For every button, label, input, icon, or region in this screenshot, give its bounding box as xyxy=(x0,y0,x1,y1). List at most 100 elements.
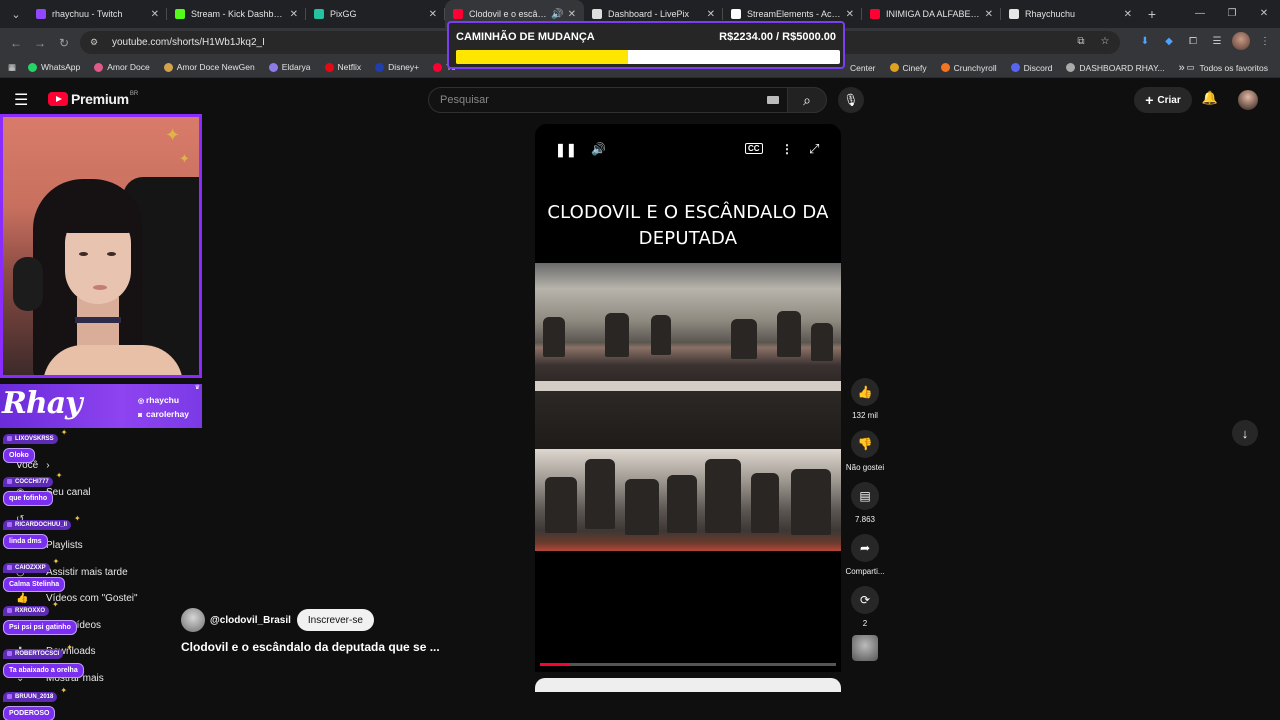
donation-goal-overlay: CAMINHÃO DE MUDANÇA R$2234.00 / R$5000.0… xyxy=(447,21,845,69)
amor-doce-newgen-icon xyxy=(163,62,173,72)
media-control-icon[interactable]: ☰ xyxy=(1208,32,1226,50)
site-info-icon[interactable]: ⚙ xyxy=(90,37,102,48)
extensions-puzzle-icon[interactable]: ⧠ xyxy=(1184,32,1202,50)
comments-button[interactable]: ▤ 7.863 xyxy=(840,482,890,524)
next-video-arrow-down-icon[interactable]: ↓ xyxy=(1232,420,1258,446)
disney-icon xyxy=(375,62,385,72)
tab-kick[interactable]: Stream - Kick Dashboard ✕ xyxy=(167,0,306,28)
bookmark-cinefy[interactable]: Cinefy xyxy=(889,63,927,73)
channel-avatar[interactable] xyxy=(181,608,205,632)
menu-hamburger-icon[interactable]: ☰ xyxy=(14,90,34,110)
extension-icon[interactable]: ◆ xyxy=(1160,32,1178,50)
subscribe-button[interactable]: Inscrever-se xyxy=(296,609,374,631)
tab-youtube-2[interactable]: INIMIGA DA ALFABETIZAÇ ✕ xyxy=(862,0,1001,28)
bookmark-crunchyroll[interactable]: Crunchyroll xyxy=(940,63,997,73)
close-icon[interactable]: ✕ xyxy=(985,9,993,20)
keyboard-icon[interactable] xyxy=(767,96,779,104)
bookmark-dashboard[interactable]: DASHBOARD RHAY... xyxy=(1066,63,1165,73)
tab-pixgg[interactable]: PixGG ✕ xyxy=(306,0,445,28)
more-bookmarks-chevron-icon[interactable]: » xyxy=(1179,62,1185,74)
more-menu-icon[interactable]: ⋮ xyxy=(1256,32,1274,50)
search-input[interactable]: Pesquisar xyxy=(428,87,788,113)
close-icon[interactable]: ✕ xyxy=(151,9,159,20)
speaker-icon[interactable]: 🔊 xyxy=(551,9,563,20)
video-progress-bar[interactable] xyxy=(540,663,836,666)
tiktok-icon: ◙ xyxy=(138,412,143,419)
close-icon[interactable]: ✕ xyxy=(568,9,576,20)
account-avatar[interactable] xyxy=(1238,90,1258,110)
close-icon[interactable]: ✕ xyxy=(1124,9,1132,20)
shorts-video-player[interactable]: ❚❚ 🔊 CC ⋮ ⤢ CLODOVIL E O ESCÂNDALO DA DE… xyxy=(535,124,841,672)
window-close-icon[interactable]: ✕ xyxy=(1248,0,1280,28)
download-icon[interactable]: ⬇ xyxy=(1136,32,1154,50)
remix-icon: ⟳ xyxy=(851,586,879,614)
bookmark-eldarya[interactable]: Eldarya xyxy=(268,62,311,72)
cast-icon[interactable]: ⧉ xyxy=(1072,32,1090,50)
notifications-bell-icon[interactable]: 🔔 xyxy=(1200,90,1220,110)
instagram-icon: ◎ xyxy=(138,398,145,405)
back-arrow-icon[interactable]: ← xyxy=(4,36,28,50)
search-button[interactable]: ⌕ xyxy=(787,87,827,113)
bookmark-amor-doce[interactable]: Amor Doce xyxy=(94,62,150,72)
chat-message: CAIOZXXP ✦ Calma Stelinha xyxy=(3,557,66,592)
close-icon[interactable]: ✕ xyxy=(429,9,437,20)
crunchyroll-icon xyxy=(940,63,950,72)
plus-icon: + xyxy=(1145,92,1154,108)
bookmark-discord[interactable]: Discord xyxy=(1010,63,1052,73)
profile-avatar[interactable] xyxy=(1232,32,1250,50)
all-bookmarks[interactable]: ▭ Todos os favoritos xyxy=(1186,57,1268,78)
tab-title: rhaychuu - Twitch xyxy=(52,9,123,19)
voice-search-mic-icon[interactable]: 🎙 xyxy=(838,87,864,113)
like-button[interactable]: 👍 132 mil xyxy=(840,378,890,420)
goal-progress-bar xyxy=(456,50,840,64)
captions-cc-icon[interactable]: CC xyxy=(745,143,763,154)
search-icon: ⌕ xyxy=(803,91,811,108)
tab-search-icon[interactable]: ⌄ xyxy=(4,4,28,24)
sound-thumbnail[interactable] xyxy=(840,635,890,661)
webcam-overlay: ✦ ✦ xyxy=(0,114,202,378)
tab-twitch[interactable]: rhaychuu - Twitch ✕ xyxy=(28,0,167,28)
url-text: youtube.com/shorts/H1Wb1Jkq2_I xyxy=(112,37,265,48)
forward-arrow-icon[interactable]: → xyxy=(28,36,52,50)
remix-count: 2 xyxy=(862,619,868,628)
youtube-premium-logo[interactable]: Premium BR xyxy=(48,91,138,107)
channel-name[interactable]: @clodovil_Brasil xyxy=(210,615,291,626)
tab-rhaychuchu[interactable]: Rhaychuchu ✕ xyxy=(1001,0,1140,28)
pixgg-favicon-icon xyxy=(314,9,324,19)
cinefy-icon xyxy=(889,63,899,72)
discord-icon xyxy=(1010,63,1020,72)
create-button[interactable]: + Criar xyxy=(1134,87,1192,113)
more-options-icon[interactable]: ⋮ xyxy=(781,142,793,156)
reload-icon[interactable]: ↻ xyxy=(52,36,76,50)
tab-title: PixGG xyxy=(330,9,357,19)
video-title[interactable]: Clodovil e o escândalo da deputada que s… xyxy=(181,640,440,654)
close-icon[interactable]: ✕ xyxy=(707,9,715,20)
minimize-icon[interactable]: — xyxy=(1184,0,1216,28)
bookmark-star-icon[interactable]: ☆ xyxy=(1096,32,1114,50)
netflix-icon xyxy=(324,62,334,72)
pause-icon[interactable]: ❚❚ xyxy=(555,142,577,158)
close-icon[interactable]: ✕ xyxy=(846,9,854,20)
share-button[interactable]: ➦ Comparti... xyxy=(840,534,890,576)
chat-message: BRUUN_2018 ✦ PODEROSO xyxy=(3,686,67,720)
bookmark-center[interactable]: Center xyxy=(850,63,876,73)
screen: ⌄ rhaychuu - Twitch ✕ Stream - Kick Dash… xyxy=(0,0,1280,720)
youtube-icon xyxy=(433,62,443,72)
restore-icon[interactable]: ❐ xyxy=(1216,0,1248,28)
remix-button[interactable]: ⟳ 2 xyxy=(840,586,890,628)
bookmark-amor-doce-newgen[interactable]: Amor Doce NewGen xyxy=(163,62,255,72)
apps-grid-icon[interactable]: ▦ xyxy=(8,62,16,73)
new-tab-plus-icon[interactable]: + xyxy=(1140,6,1164,22)
bookmark-disney[interactable]: Disney+ xyxy=(375,62,419,72)
fullscreen-icon[interactable]: ⤢ xyxy=(809,141,819,157)
goal-progress-fill xyxy=(456,50,628,64)
bookmark-whatsapp[interactable]: WhatsApp xyxy=(28,62,80,72)
chat-message: RXROXXO ✦ Psi psi psi gatinho xyxy=(3,600,77,635)
video-frame-chamber xyxy=(535,263,841,391)
volume-icon[interactable]: 🔊 xyxy=(591,142,606,156)
close-icon[interactable]: ✕ xyxy=(290,9,298,20)
dislike-button[interactable]: 👎 Não gostei xyxy=(840,430,890,472)
next-short-preview[interactable] xyxy=(535,678,841,692)
goal-title: CAMINHÃO DE MUDANÇA xyxy=(456,31,595,43)
bookmark-netflix[interactable]: Netflix xyxy=(324,62,361,72)
